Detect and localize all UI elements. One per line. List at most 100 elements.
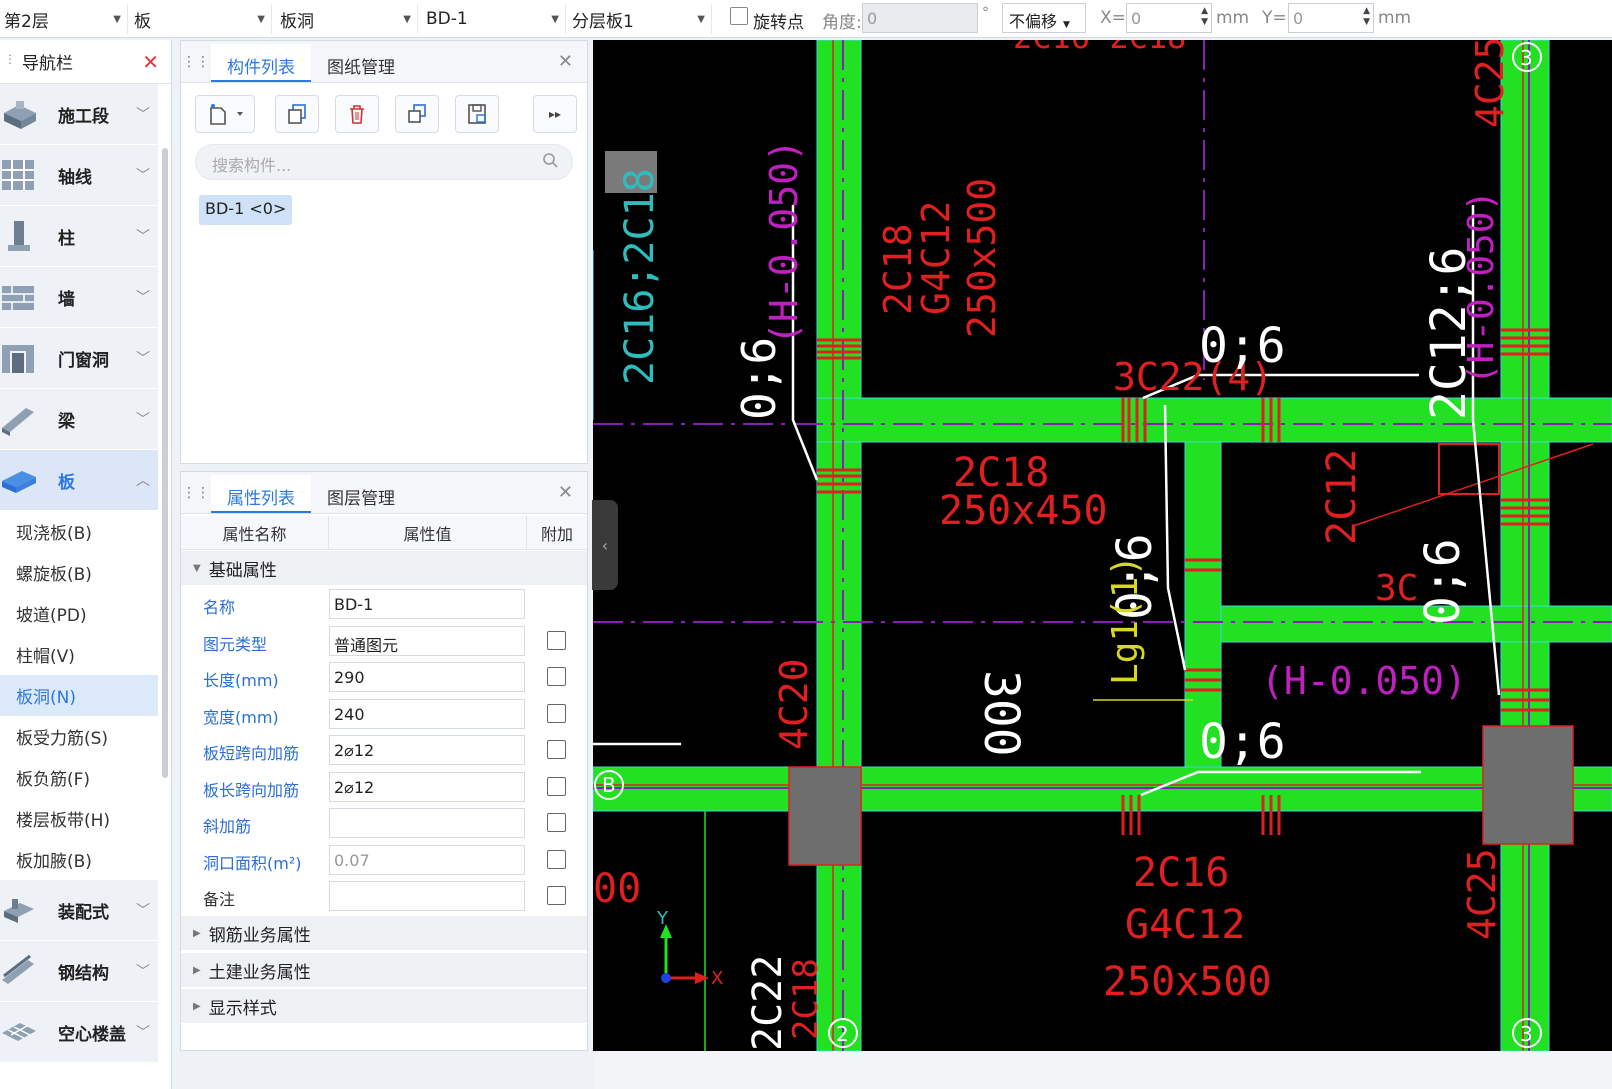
offset-dropdown-value: 不偏移 <box>1009 12 1058 31</box>
rotate-point-checkbox[interactable] <box>730 7 748 25</box>
property-extra-checkbox[interactable] <box>547 740 566 759</box>
rebar-spacing-label: 0;6 <box>732 337 786 420</box>
component-select[interactable]: BD-1 ▼ <box>422 4 566 34</box>
component-panel-tabs: ⋮⋮ 构件列表 图纸管理 ✕ <box>181 41 587 83</box>
cad-drawing: 2C16 2C18 2C16;2C18 (H-0.050) 0;6 2C18 G… <box>593 40 1612 1051</box>
save-template-icon <box>468 104 486 124</box>
close-icon[interactable]: ✕ <box>558 482 573 503</box>
beam-horizontal-top[interactable] <box>816 397 1612 443</box>
nav-category-wall[interactable]: 墙 ﹀ <box>0 267 158 328</box>
tab-drawing-management[interactable]: 图纸管理 <box>311 44 411 82</box>
layer-select[interactable]: 分层板1 ▼ <box>568 4 712 34</box>
floor-select[interactable]: 第2层 ▼ <box>0 4 128 34</box>
group-basic-properties[interactable]: ▼ 基础属性 <box>181 551 587 585</box>
elevation-label: (H-0.050) <box>1461 190 1502 385</box>
property-extra-checkbox[interactable] <box>547 850 566 869</box>
close-icon[interactable]: ✕ <box>142 50 159 74</box>
offset-dropdown[interactable]: 不偏移 ▼ <box>1002 3 1086 33</box>
nav-item-ramp[interactable]: 坡道(PD) <box>0 593 158 634</box>
nav-item-slab-main-rebar[interactable]: 板受力筋(S) <box>0 716 158 757</box>
column-header-name: 属性名称 <box>181 516 329 549</box>
group-rebar-properties[interactable]: ▶ 钢筋业务属性 <box>181 916 587 950</box>
tab-component-list[interactable]: 构件列表 <box>211 44 311 82</box>
cad-drawing-canvas[interactable]: 2C16 2C18 2C16;2C18 (H-0.050) 0;6 2C18 G… <box>593 40 1612 1051</box>
type-select[interactable]: 板 ▼ <box>130 4 272 34</box>
property-extra-checkbox[interactable] <box>547 813 566 832</box>
chevron-down-icon: ﹀ <box>136 290 150 306</box>
axis-bubble-label: 3 <box>1520 1022 1533 1046</box>
collapse-panel-button[interactable]: ‹ <box>592 500 618 590</box>
beam-vertical-right[interactable] <box>1500 40 1550 1051</box>
group-label: 土建业务属性 <box>208 962 311 983</box>
rebar-label: 4C25 <box>1460 848 1504 940</box>
y-input[interactable]: 0 ▲ ▼ <box>1288 3 1374 33</box>
nav-category-construction-stage[interactable]: 施工段 ﹀ <box>0 84 158 145</box>
expanded-triangle-icon: ▼ <box>193 562 201 574</box>
spinner-arrows-icon[interactable]: ▲ ▼ <box>1201 6 1208 28</box>
new-component-button[interactable] <box>195 95 255 133</box>
nav-category-hollow-floor[interactable]: 空心楼盖 ﹀ <box>0 1002 158 1063</box>
nav-item-column-cap[interactable]: 柱帽(V) <box>0 634 158 675</box>
tab-layer-management[interactable]: 图层管理 <box>311 475 411 513</box>
nav-category-slab[interactable]: 板 ︿ <box>0 450 158 511</box>
nav-item-slab-haunch[interactable]: 板加腋(B) <box>0 839 158 880</box>
drag-grip-icon[interactable]: ⋮⋮ <box>181 42 211 82</box>
subtype-select[interactable]: 板洞 ▼ <box>276 4 418 34</box>
nav-item-slab-opening[interactable]: 板洞(N) <box>0 675 158 716</box>
delete-component-button[interactable] <box>335 95 379 133</box>
property-value-input[interactable]: 普通图元 <box>329 626 525 656</box>
nav-category-steel-structure[interactable]: 钢结构 ﹀ <box>0 941 158 1002</box>
x-unit: mm <box>1216 8 1250 28</box>
nav-category-beam[interactable]: 梁 ﹀ <box>0 389 158 450</box>
property-value-input[interactable]: BD-1 <box>329 589 525 619</box>
nav-category-axis[interactable]: 轴线 ﹀ <box>0 145 158 206</box>
component-search-input[interactable]: 搜索构件... <box>195 144 573 180</box>
copy-component-button[interactable] <box>275 95 319 133</box>
property-extra-checkbox[interactable] <box>547 631 566 650</box>
tab-property-list[interactable]: 属性列表 <box>211 475 311 513</box>
property-panel-tabs: ⋮⋮ 属性列表 图层管理 ✕ <box>181 472 587 514</box>
angle-input[interactable]: 0 <box>862 3 978 33</box>
nav-item-spiral-slab[interactable]: 螺旋板(B) <box>0 552 158 593</box>
rebar-label: 2C18 <box>786 958 826 1040</box>
dimension-label: 00 <box>593 866 641 912</box>
property-value-input[interactable]: 290 <box>329 662 525 692</box>
nav-scrollbar[interactable] <box>162 148 168 778</box>
property-value-input[interactable]: 240 <box>329 699 525 729</box>
property-extra-checkbox[interactable] <box>547 886 566 905</box>
property-value-input[interactable]: 2⌀12 <box>329 735 525 765</box>
nav-item-slab-negative-rebar[interactable]: 板负筋(F) <box>0 757 158 798</box>
component-list-panel: ⋮⋮ 构件列表 图纸管理 ✕ ▸▸ 搜索构件... BD-1 <0> <box>180 40 588 464</box>
save-template-button[interactable] <box>455 95 499 133</box>
search-icon[interactable] <box>542 152 558 172</box>
more-tools-button[interactable]: ▸▸ <box>533 95 577 133</box>
nav-item-cast-slab[interactable]: 现浇板(B) <box>0 511 158 552</box>
x-input[interactable]: 0 ▲ ▼ <box>1126 3 1212 33</box>
column-block[interactable] <box>788 766 862 866</box>
column-block[interactable] <box>1482 725 1574 845</box>
close-icon[interactable]: ✕ <box>558 51 573 72</box>
nav-item-floor-slab-strip[interactable]: 楼层板带(H) <box>0 798 158 839</box>
property-row-element-type: 图元类型 普通图元 <box>181 623 587 659</box>
nav-category-prefab[interactable]: 装配式 ﹀ <box>0 880 158 941</box>
property-value-input[interactable] <box>329 881 525 911</box>
group-label: 钢筋业务属性 <box>208 925 311 946</box>
copy-icon <box>288 104 306 124</box>
property-extra-checkbox[interactable] <box>547 777 566 796</box>
spinner-arrows-icon[interactable]: ▲ ▼ <box>1363 6 1370 28</box>
component-list-item[interactable]: BD-1 <0> <box>199 195 293 225</box>
layer-copy-button[interactable] <box>395 95 439 133</box>
beam-vertical-left[interactable] <box>816 40 862 1051</box>
pin-icon[interactable]: ⋮ <box>4 52 16 66</box>
nav-category-column[interactable]: 柱 ﹀ <box>0 206 158 267</box>
property-extra-checkbox[interactable] <box>547 704 566 723</box>
chevron-down-icon: ﹀ <box>136 964 150 980</box>
drag-grip-icon[interactable]: ⋮⋮ <box>181 473 211 513</box>
property-extra-checkbox[interactable] <box>547 667 566 686</box>
property-row-diagonal-rebar: 斜加筋 <box>181 805 587 841</box>
group-civil-properties[interactable]: ▶ 土建业务属性 <box>181 953 587 987</box>
property-value-input[interactable] <box>329 808 525 838</box>
nav-category-door-window[interactable]: 门窗洞 ﹀ <box>0 328 158 389</box>
property-value-input[interactable]: 2⌀12 <box>329 772 525 802</box>
group-display-style[interactable]: ▶ 显示样式 <box>181 989 587 1023</box>
